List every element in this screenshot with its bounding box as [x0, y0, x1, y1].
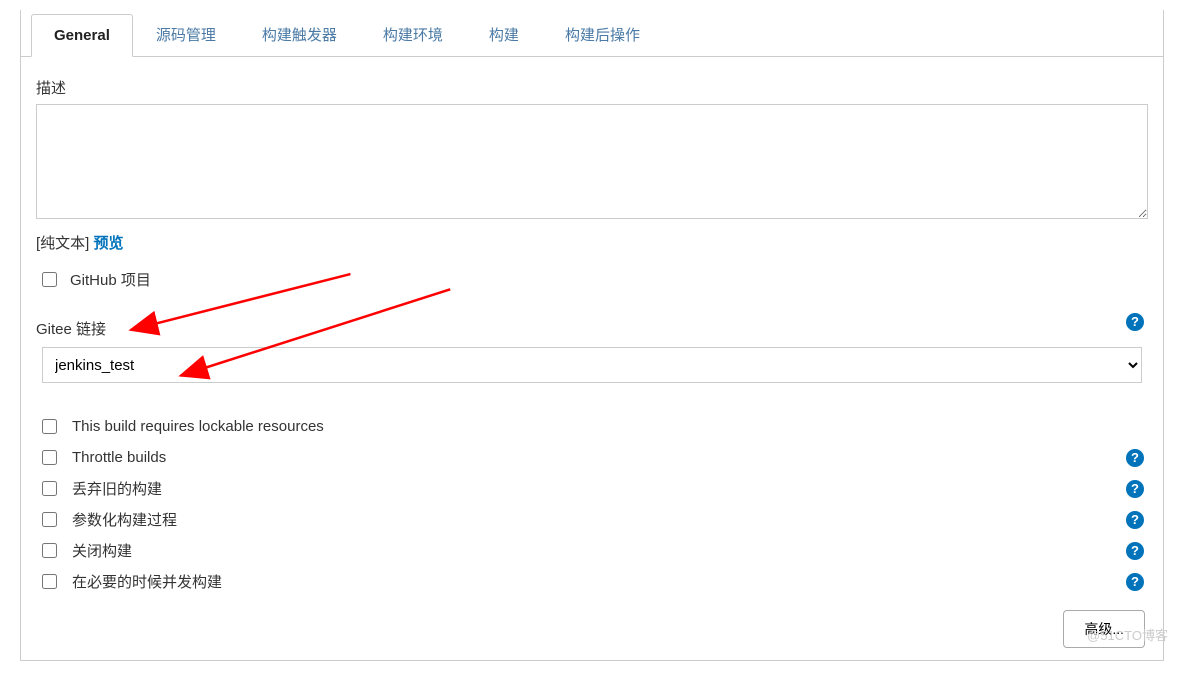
option-discard-row: 丢弃旧的构建 ? — [36, 473, 1148, 504]
throttle-label[interactable]: Throttle builds — [72, 449, 1148, 466]
description-label: 描述 — [36, 77, 1148, 98]
config-panel: General 源码管理 构建触发器 构建环境 构建 构建后操作 描述 [纯文本… — [20, 10, 1164, 661]
help-icon[interactable]: ? — [1126, 573, 1144, 591]
plaintext-indicator: [纯文本] — [36, 235, 89, 252]
config-tabs: General 源码管理 构建触发器 构建环境 构建 构建后操作 — [21, 10, 1163, 57]
advanced-button[interactable]: 高级... — [1063, 610, 1145, 648]
discard-checkbox[interactable] — [42, 481, 57, 496]
gitee-link-row: Gitee 链接 ? — [36, 304, 1148, 339]
lockable-checkbox[interactable] — [42, 419, 57, 434]
parametrize-checkbox[interactable] — [42, 512, 57, 527]
tab-triggers[interactable]: 构建触发器 — [239, 11, 360, 57]
help-icon[interactable]: ? — [1126, 449, 1144, 467]
tab-scm[interactable]: 源码管理 — [133, 11, 239, 57]
tab-env[interactable]: 构建环境 — [360, 11, 466, 57]
disable-checkbox[interactable] — [42, 543, 57, 558]
gitee-select-wrap: jenkins_test — [42, 347, 1142, 383]
github-project-label[interactable]: GitHub 项目 — [70, 269, 151, 290]
discard-label[interactable]: 丢弃旧的构建 — [72, 478, 1148, 499]
help-icon[interactable]: ? — [1126, 480, 1144, 498]
tab-content-general: 描述 [纯文本] 预览 GitHub 项目 Gitee 链接 ? jenkins… — [21, 57, 1163, 602]
preview-link[interactable]: 预览 — [94, 235, 124, 252]
description-textarea[interactable] — [36, 104, 1148, 219]
option-disable-row: 关闭构建 ? — [36, 535, 1148, 566]
option-parametrize-row: 参数化构建过程 ? — [36, 504, 1148, 535]
github-project-row: GitHub 项目 — [36, 269, 1148, 290]
throttle-checkbox[interactable] — [42, 450, 57, 465]
parametrize-label[interactable]: 参数化构建过程 — [72, 509, 1148, 530]
lockable-label[interactable]: This build requires lockable resources — [72, 418, 1148, 435]
concurrent-label[interactable]: 在必要的时候并发构建 — [72, 571, 1148, 592]
tab-general[interactable]: General — [31, 14, 133, 57]
options-block: This build requires lockable resources T… — [36, 411, 1148, 597]
format-row: [纯文本] 预览 — [36, 232, 1148, 253]
help-icon[interactable]: ? — [1126, 511, 1144, 529]
gitee-link-select[interactable]: jenkins_test — [42, 347, 1142, 383]
help-icon[interactable]: ? — [1126, 542, 1144, 560]
tab-post[interactable]: 构建后操作 — [542, 11, 663, 57]
option-lockable-row: This build requires lockable resources — [36, 411, 1148, 442]
tab-build[interactable]: 构建 — [466, 11, 542, 57]
disable-label[interactable]: 关闭构建 — [72, 540, 1148, 561]
concurrent-checkbox[interactable] — [42, 574, 57, 589]
gitee-link-label: Gitee 链接 — [36, 318, 106, 339]
github-project-checkbox[interactable] — [42, 272, 57, 287]
advanced-button-row: 高级... — [21, 602, 1163, 650]
option-concurrent-row: 在必要的时候并发构建 ? — [36, 566, 1148, 597]
option-throttle-row: Throttle builds ? — [36, 442, 1148, 473]
help-icon[interactable]: ? — [1126, 313, 1144, 331]
